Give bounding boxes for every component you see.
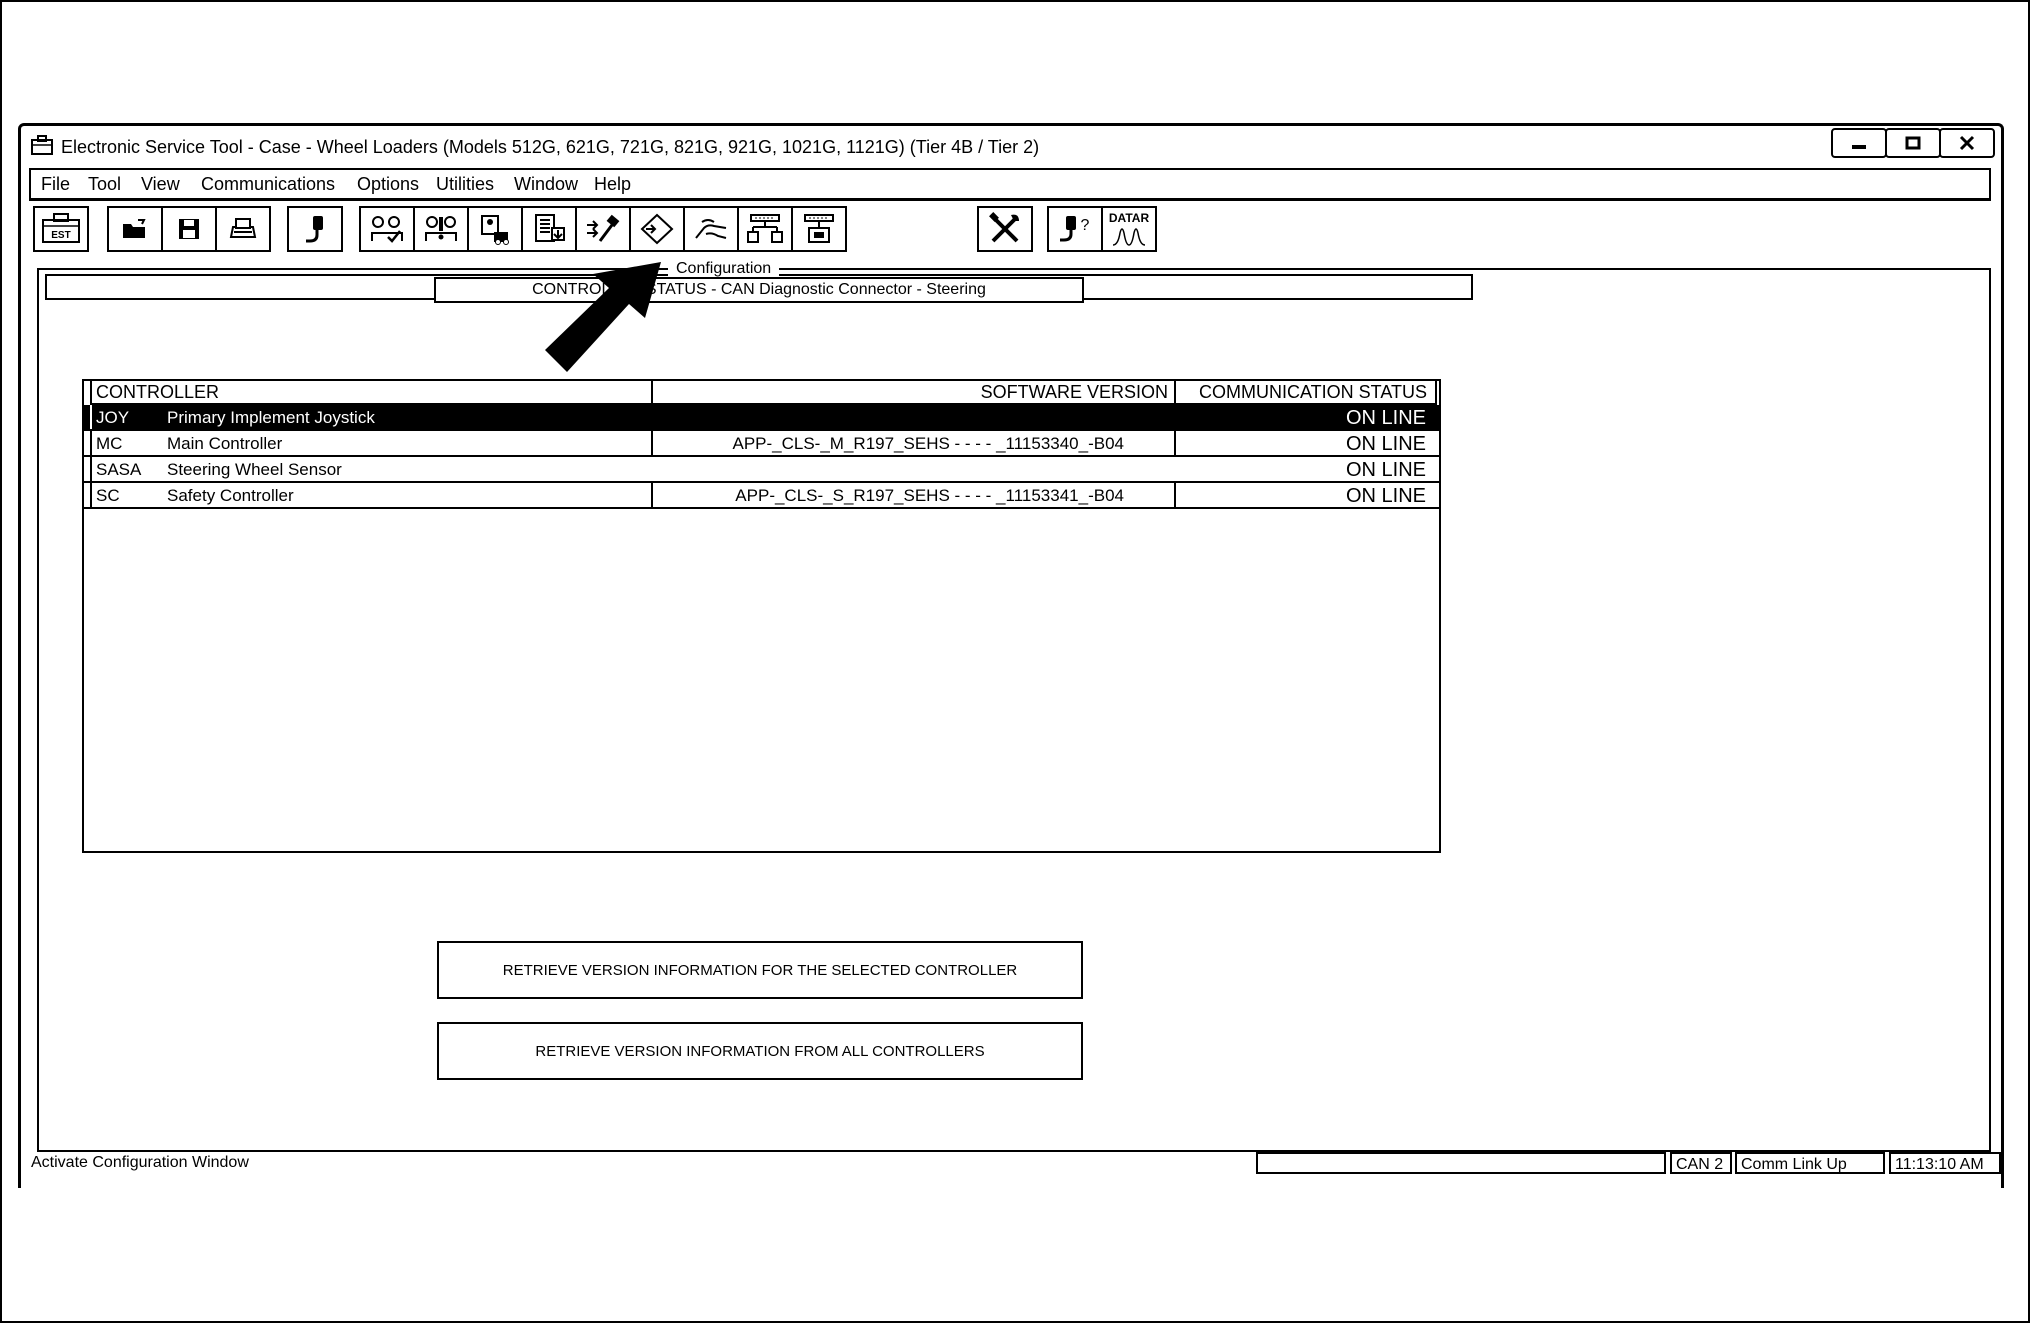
data-logger-icon bbox=[535, 214, 565, 242]
connect-button[interactable] bbox=[287, 206, 343, 252]
menu-help[interactable]: Help bbox=[594, 174, 631, 195]
crossed-tools-icon bbox=[989, 212, 1019, 243]
minimize-button[interactable] bbox=[1831, 128, 1887, 158]
status-message: Activate Configuration Window bbox=[31, 1154, 249, 1171]
save-disk-icon bbox=[179, 219, 199, 239]
retrieve-all-label: RETRIEVE VERSION INFORMATION FROM ALL CO… bbox=[535, 1042, 985, 1060]
retrieve-selected-label: RETRIEVE VERSION INFORMATION FOR THE SEL… bbox=[502, 961, 1018, 979]
column-header-software-version[interactable]: SOFTWARE VERSION bbox=[651, 379, 1176, 405]
window-controls bbox=[1831, 128, 1995, 158]
est-toolbox-icon: EST bbox=[42, 213, 80, 243]
status-link: Comm Link Up bbox=[1735, 1152, 1885, 1174]
print-button[interactable] bbox=[215, 206, 271, 252]
network-modules-icon bbox=[747, 214, 783, 243]
title-bar: Electronic Service Tool - Case - Wheel L… bbox=[21, 126, 2001, 164]
pointer-arrow-icon bbox=[545, 262, 661, 372]
toolbar-separator bbox=[29, 199, 1991, 201]
status-channel: CAN 2 bbox=[1670, 1152, 1732, 1174]
table-row-header-corner bbox=[84, 379, 92, 405]
printer-icon bbox=[229, 218, 257, 238]
flash-program-button[interactable] bbox=[791, 206, 847, 252]
hammer-arrow-icon bbox=[587, 214, 620, 242]
retrieve-selected-button[interactable]: RETRIEVE VERSION INFORMATION FOR THE SEL… bbox=[437, 941, 1083, 999]
communication-status: ON LINE bbox=[1345, 407, 1426, 429]
svg-text:?: ? bbox=[1081, 217, 1090, 234]
close-button[interactable] bbox=[1939, 128, 1995, 158]
app-toolbox-icon bbox=[31, 135, 53, 155]
app-window: Electronic Service Tool - Case - Wheel L… bbox=[18, 123, 2004, 1188]
communication-status: ON LINE bbox=[1345, 433, 1426, 455]
menu-options[interactable]: Options bbox=[357, 174, 419, 195]
minimize-icon bbox=[1852, 145, 1866, 149]
datar-label: DATAR bbox=[1108, 210, 1150, 225]
menu-utilities[interactable]: Utilities bbox=[436, 174, 494, 195]
communication-status: ON LINE bbox=[1345, 459, 1426, 481]
maximize-icon bbox=[1905, 136, 1921, 150]
diagnostics-icon bbox=[425, 216, 457, 241]
waveform-icon bbox=[1112, 227, 1146, 246]
menu-tool[interactable]: Tool bbox=[88, 174, 121, 195]
save-button[interactable] bbox=[161, 206, 217, 252]
status-time: 11:13:10 AM bbox=[1889, 1152, 2001, 1174]
retrieve-all-button[interactable]: RETRIEVE VERSION INFORMATION FROM ALL CO… bbox=[437, 1022, 1083, 1080]
est-toolbox-button[interactable]: EST bbox=[33, 206, 89, 252]
maximize-button[interactable] bbox=[1885, 128, 1941, 158]
table-row[interactable]: SC Safety Controller APP-_CLS-_S_R197_SE… bbox=[84, 483, 1439, 509]
close-icon bbox=[1959, 135, 1975, 151]
status-check-icon bbox=[371, 216, 403, 243]
network-button[interactable] bbox=[737, 206, 793, 252]
hand-service-icon bbox=[695, 219, 727, 239]
table-row[interactable]: JOY Primary Implement Joystick ON LINE bbox=[84, 405, 1439, 431]
open-folder-icon bbox=[123, 219, 146, 238]
plug-question-icon: ? bbox=[1060, 216, 1090, 242]
menu-file[interactable]: File bbox=[41, 174, 70, 195]
menu-window[interactable]: Window bbox=[514, 174, 578, 195]
menu-communications[interactable]: Communications bbox=[201, 174, 335, 195]
event-log-icon bbox=[481, 215, 509, 245]
flash-module-icon bbox=[804, 214, 834, 243]
status-progress-field bbox=[1256, 1152, 1666, 1174]
svg-text:EST: EST bbox=[51, 230, 70, 241]
open-button[interactable] bbox=[107, 206, 163, 252]
help-connect-button[interactable]: ? bbox=[1047, 206, 1103, 252]
logged-events-button[interactable] bbox=[467, 206, 523, 252]
window-title: Electronic Service Tool - Case - Wheel L… bbox=[61, 137, 1040, 157]
menu-view[interactable]: View bbox=[141, 174, 180, 195]
table-row[interactable]: SASA Steering Wheel Sensor ON LINE bbox=[84, 457, 1439, 483]
connect-plug-icon bbox=[306, 216, 323, 243]
service-procedures-button[interactable] bbox=[683, 206, 739, 252]
column-header-communication-status[interactable]: COMMUNICATION STATUS bbox=[1174, 379, 1437, 405]
table-row[interactable]: MC Main Controller APP-_CLS-_M_R197_SEHS… bbox=[84, 431, 1439, 457]
datar-button[interactable]: DATAR bbox=[1101, 206, 1157, 252]
active-diagnostics-button[interactable] bbox=[413, 206, 469, 252]
communication-status: ON LINE bbox=[1345, 485, 1426, 507]
tools-button[interactable] bbox=[977, 206, 1033, 252]
configuration-diamond-icon bbox=[640, 213, 674, 245]
menu-bar: File Tool View Communications Options Ut… bbox=[29, 168, 1991, 200]
status-check-button[interactable] bbox=[359, 206, 415, 252]
